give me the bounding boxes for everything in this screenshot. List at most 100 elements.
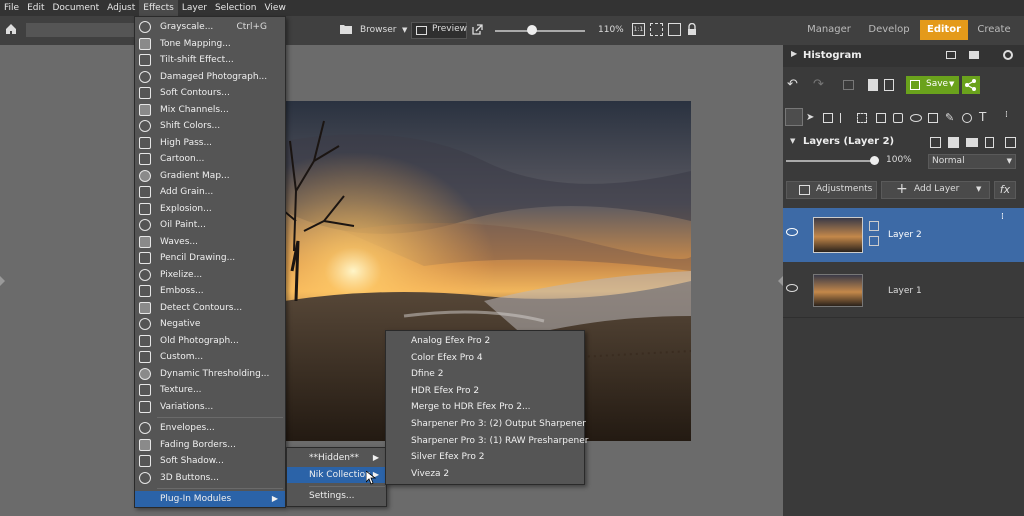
tab-editor[interactable]: Editor [920,20,968,40]
tab-create[interactable]: Create [971,20,1017,40]
move-tool-icon[interactable]: ➤ [806,112,814,123]
external-link-icon[interactable] [472,24,483,35]
menu-item-gradient-map[interactable]: Gradient Map... [135,168,285,184]
blend-mode-select[interactable]: Normal ▼ [928,154,1016,169]
preview-toggle[interactable]: Preview [411,22,467,39]
save-dropdown-icon[interactable]: ▼ [949,80,954,88]
layer-folder-icon[interactable] [966,138,978,147]
menu-item-tone-mapping[interactable]: Tone Mapping... [135,36,285,52]
hand-tool-icon[interactable] [785,108,803,126]
stamp-tool-icon[interactable] [928,113,938,123]
eye-tool-icon[interactable] [910,114,922,122]
histogram-options-icon[interactable] [946,51,956,59]
layer-row[interactable]: Layer 2 ⁞ [783,208,1024,262]
menu-item-texture[interactable]: Texture... [135,382,285,398]
menu-item-threshold[interactable]: Dynamic Thresholding... [135,366,285,382]
layers-menu-icon[interactable] [1005,137,1016,148]
menu-item-negative[interactable]: Negative [135,316,285,332]
layer-visibility-icon[interactable] [786,228,798,236]
fit-screen-icon[interactable] [650,23,663,36]
menu-document[interactable]: Document [49,0,104,16]
menu-item-detect-contours[interactable]: Detect Contours... [135,300,285,316]
layers-expand-icon[interactable]: ▼ [790,137,795,145]
text-tool-icon[interactable]: T [979,110,986,124]
fx-button[interactable]: fx [994,181,1016,199]
menu-effects[interactable]: Effects [139,0,178,16]
duplicate-layer-icon[interactable] [930,137,941,148]
menu-item-damaged-photo[interactable]: Damaged Photograph... [135,69,285,85]
histogram-settings-icon[interactable] [1003,50,1013,60]
pencil-tool-icon[interactable]: ✎ [945,111,954,124]
frame-tool-icon[interactable] [876,113,886,123]
menu-item-soft-contours[interactable]: Soft Contours... [135,85,285,101]
menu-edit[interactable]: Edit [23,0,48,16]
crop-tool-icon[interactable] [823,113,833,123]
menu-item-fading-borders[interactable]: Fading Borders... [135,437,285,453]
menu-item-nik-plugin[interactable]: HDR Efex Pro 2 [386,383,584,399]
menu-layer[interactable]: Layer [178,0,211,16]
menu-item-shift-colors[interactable]: Shift Colors... [135,118,285,134]
menu-item-hidden[interactable]: **Hidden** ▶ [287,450,386,466]
history-icon[interactable] [843,80,854,90]
lock-icon[interactable] [687,22,697,36]
menu-item-envelopes[interactable]: Envelopes... [135,420,285,436]
layer-visibility-icon[interactable] [786,284,798,292]
layers-header[interactable]: ▼ Layers (Layer 2) [783,134,1024,152]
menu-adjust[interactable]: Adjust [103,0,139,16]
ratio-1-1-button[interactable]: 1:1 [632,23,645,36]
menu-item-oil-paint[interactable]: Oil Paint... [135,217,285,233]
save-button[interactable]: Save ▼ [906,76,959,94]
menu-item-pencil[interactable]: Pencil Drawing... [135,250,285,266]
add-layer-button[interactable]: + Add Layer ▼ [881,181,990,199]
menu-item-soft-shadow[interactable]: Soft Shadow... [135,453,285,469]
menu-item-mix-channels[interactable]: Mix Channels... [135,102,285,118]
menu-item-plugin-modules[interactable]: Plug-In Modules ▶ [135,491,285,507]
menu-item-variations[interactable]: Variations... [135,399,285,415]
histogram-expand-icon[interactable]: ▶ [791,49,797,58]
layer-row[interactable]: Layer 1 [783,264,1024,318]
menu-item-custom-grid[interactable]: Custom... [135,349,285,365]
share-button[interactable] [962,76,980,94]
menu-item-nik-plugin[interactable]: Sharpener Pro 3: (1) RAW Presharpener [386,433,588,449]
menu-item-grayscale[interactable]: Grayscale... Ctrl+G [135,19,285,35]
menu-item-pixelize[interactable]: Pixelize... [135,267,285,283]
tab-manager[interactable]: Manager [798,20,860,40]
menu-item-emboss[interactable]: Emboss... [135,283,285,299]
delete-layer-icon[interactable] [985,137,994,148]
straighten-tool-icon[interactable] [840,113,850,123]
brush-tool-icon[interactable] [893,113,903,123]
undo-icon[interactable]: ↶ [787,77,798,92]
fit-width-icon[interactable] [668,23,681,36]
menu-item-add-grain[interactable]: Add Grain... [135,184,285,200]
menu-item-nik-plugin[interactable]: Sharpener Pro 3: (2) Output Sharpener [386,416,586,432]
left-panel-arrow-icon[interactable] [0,276,6,286]
menu-item-nik-plugin[interactable]: Color Efex Pro 4 [386,350,584,366]
zoom-slider-knob[interactable] [527,25,537,35]
layer-options-icon[interactable]: ⁞ [1001,212,1004,222]
histogram-header[interactable]: ▶ Histogram [783,45,1024,67]
add-layer-dropdown-icon[interactable]: ▼ [976,185,981,193]
menu-file[interactable]: File [0,0,23,16]
selection-tool-icon[interactable] [857,113,867,123]
menu-view[interactable]: View [260,0,289,16]
folder-icon[interactable] [340,24,352,34]
menu-item-cartoon[interactable]: Cartoon... [135,151,285,167]
path-field[interactable] [26,23,136,37]
histogram-channel-icon[interactable] [969,51,979,59]
menu-item-old-photo[interactable]: Old Photograph... [135,333,285,349]
shapes-tool-icon[interactable] [962,113,972,123]
menu-item-nik-plugin[interactable]: Dfine 2 [386,366,584,382]
more-tools-icon[interactable]: ⁞ [1005,110,1008,120]
menu-item-settings[interactable]: Settings... [287,488,386,504]
menu-item-3d-buttons[interactable]: 3D Buttons... [135,470,285,486]
browser-dropdown-icon[interactable]: ▼ [402,23,407,38]
menu-item-tilt-shift[interactable]: Tilt-shift Effect... [135,52,285,68]
menu-item-nik-plugin[interactable]: Silver Efex Pro 2 [386,449,584,465]
adjustments-button[interactable]: Adjustments [786,181,877,199]
opacity-slider-knob[interactable] [870,156,879,165]
redo-icon[interactable]: ↷ [813,77,824,92]
menu-item-nik-plugin[interactable]: Merge to HDR Efex Pro 2... [386,399,584,415]
menu-item-nik-plugin[interactable]: Viveza 2 [386,466,584,482]
zoom-slider[interactable] [495,30,585,32]
mask-icon[interactable] [948,137,959,148]
